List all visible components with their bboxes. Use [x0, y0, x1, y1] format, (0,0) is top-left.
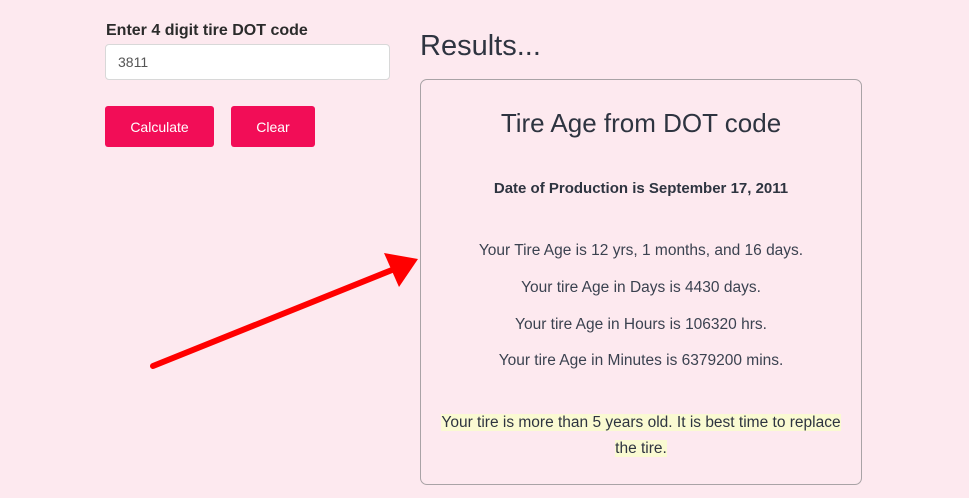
- dot-code-label: Enter 4 digit tire DOT code: [106, 22, 308, 39]
- replacement-advice: Your tire is more than 5 years old. It i…: [431, 410, 851, 462]
- dot-code-input[interactable]: [105, 44, 390, 80]
- clear-button[interactable]: Clear: [231, 106, 315, 147]
- results-panel: Tire Age from DOT code Date of Productio…: [420, 79, 862, 485]
- results-title: Tire Age from DOT code: [500, 108, 782, 138]
- production-date: Date of Production is September 17, 2011: [493, 180, 789, 197]
- results-heading: Results...: [420, 30, 541, 62]
- age-in-minutes: Your tire Age in Minutes is 6379200 mins…: [498, 352, 784, 369]
- calculate-button[interactable]: Calculate: [105, 106, 214, 147]
- age-in-hours: Your tire Age in Hours is 106320 hrs.: [515, 316, 767, 333]
- age-summary: Your Tire Age is 12 yrs, 1 months, and 1…: [478, 242, 804, 259]
- age-in-days: Your tire Age in Days is 4430 days.: [521, 279, 761, 296]
- replacement-advice-text: Your tire is more than 5 years old. It i…: [441, 414, 841, 457]
